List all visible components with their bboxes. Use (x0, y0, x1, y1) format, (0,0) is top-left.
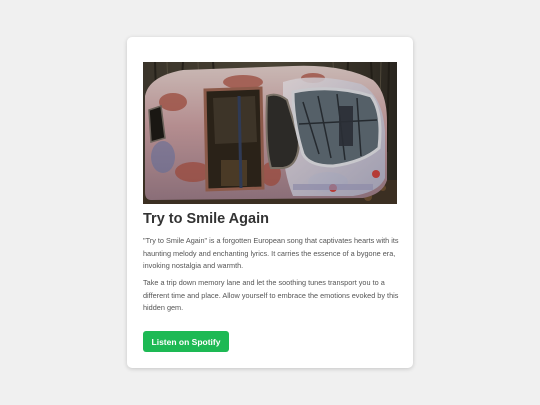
song-image (143, 62, 397, 204)
song-title: Try to Smile Again (143, 211, 269, 227)
song-card: Try to Smile Again "Try to Smile Again" … (127, 37, 413, 368)
listen-on-spotify-button[interactable]: Listen on Spotify (143, 331, 229, 352)
abandoned-vehicle-illustration (143, 62, 397, 204)
song-description-intro: "Try to Smile Again" is a forgotten Euro… (143, 236, 399, 270)
song-description-invitation: Take a trip down memory lane and let the… (143, 278, 399, 312)
